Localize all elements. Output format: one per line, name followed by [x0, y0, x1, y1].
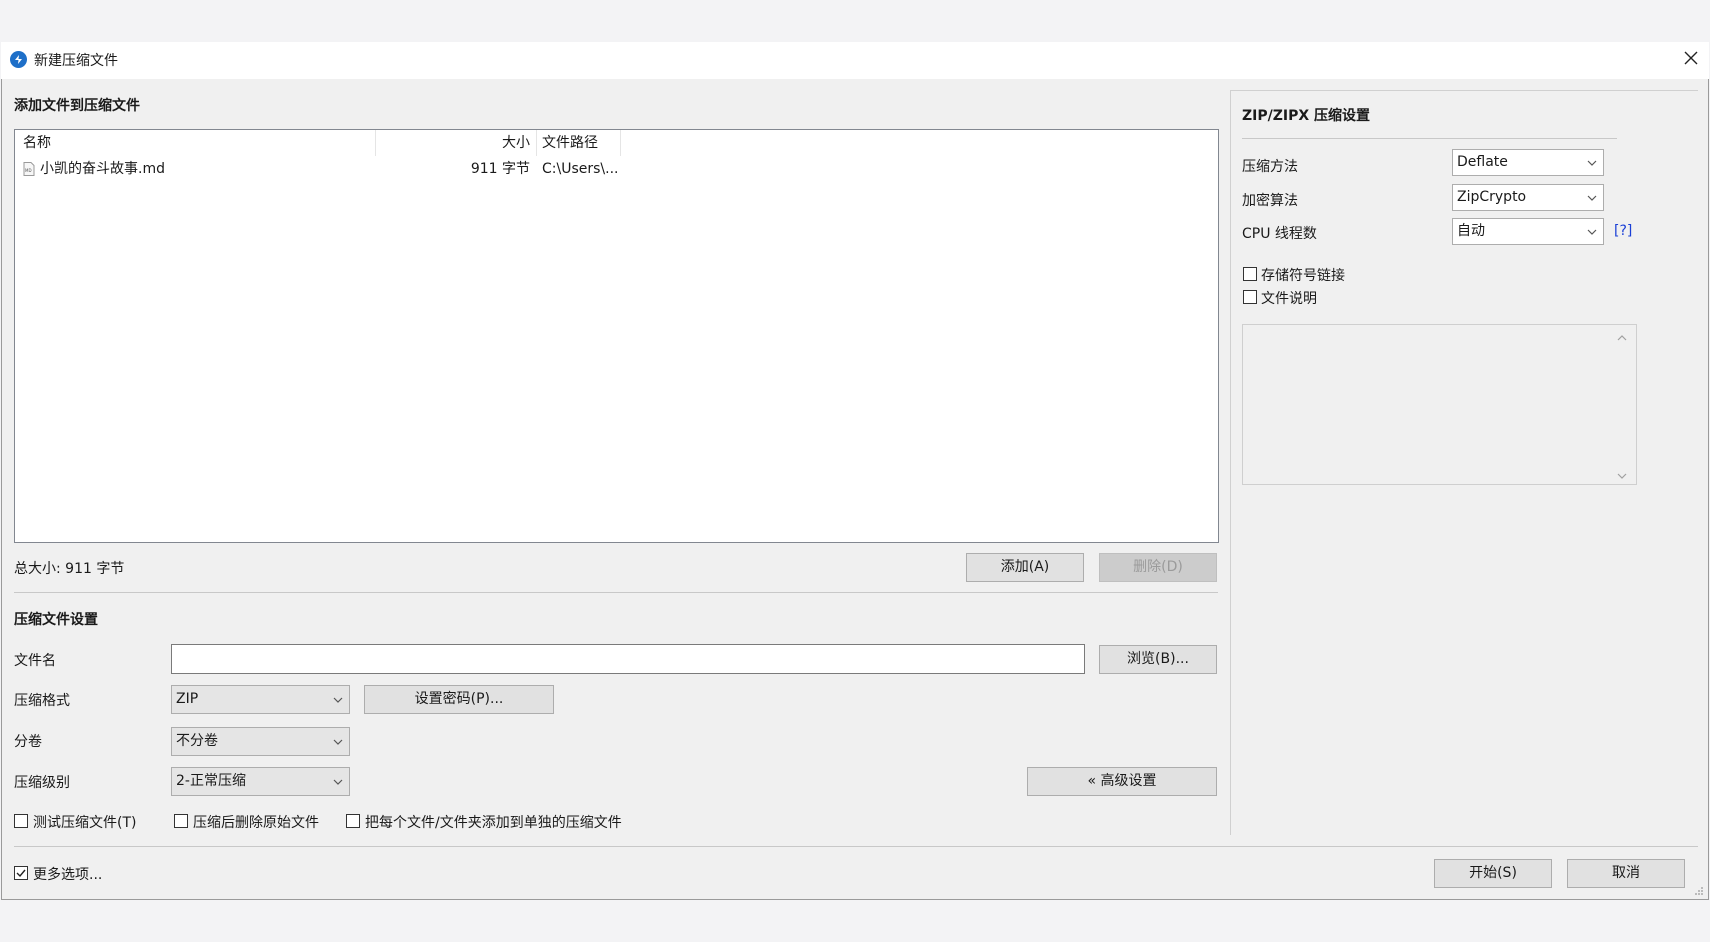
title-bar — [1, 42, 1709, 79]
chevron-down-icon — [333, 739, 343, 745]
encryption-value: ZipCrypto — [1457, 189, 1527, 205]
chevron-down-icon — [333, 697, 343, 703]
svg-text:MD: MD — [25, 168, 32, 173]
app-icon — [10, 51, 27, 68]
threads-select[interactable]: 自动 — [1452, 218, 1604, 245]
split-label: 分卷 — [14, 734, 42, 750]
level-label: 压缩级别 — [14, 775, 70, 791]
split-value: 不分卷 — [176, 733, 218, 749]
delete-button[interactable]: 删除(D) — [1099, 553, 1217, 582]
total-size-label: 总大小: 911 字节 — [14, 561, 125, 577]
delete-after-label[interactable]: 压缩后删除原始文件 — [193, 812, 319, 832]
chevron-down-icon — [1587, 195, 1597, 201]
file-name: 小凯的奋斗故事.md — [40, 161, 165, 177]
chevron-down-icon — [333, 779, 343, 785]
format-label: 压缩格式 — [14, 693, 70, 709]
split-select[interactable]: 不分卷 — [171, 727, 350, 756]
delete-after-checkbox[interactable] — [174, 814, 188, 828]
advanced-settings-button[interactable]: « 高级设置 — [1027, 767, 1217, 796]
store-symlinks-label[interactable]: 存储符号链接 — [1261, 265, 1345, 285]
encryption-label: 加密算法 — [1242, 193, 1298, 209]
more-options-checkbox[interactable] — [14, 866, 28, 880]
add-button[interactable]: 添加(A) — [966, 553, 1084, 582]
file-path: C:\Users\... — [542, 161, 619, 177]
resize-grip-icon[interactable] — [1694, 884, 1704, 895]
test-archive-checkbox[interactable] — [14, 814, 28, 828]
separate-archives-checkbox[interactable] — [346, 814, 360, 828]
scroll-down-icon[interactable] — [1617, 468, 1627, 479]
checkmark-icon — [16, 869, 26, 878]
file-row[interactable]: MD 小凯的奋斗故事.md 911 字节 C:\Users\... — [15, 158, 635, 180]
scroll-up-icon[interactable] — [1617, 330, 1627, 341]
close-icon[interactable] — [1679, 46, 1703, 70]
level-select[interactable]: 2-正常压缩 — [171, 767, 350, 796]
file-size: 911 字节 — [470, 161, 530, 177]
start-button[interactable]: 开始(S) — [1434, 859, 1552, 888]
test-archive-label[interactable]: 测试压缩文件(T) — [33, 812, 136, 832]
column-header-name[interactable]: 名称 — [23, 130, 51, 156]
file-comment-checkbox[interactable] — [1243, 290, 1257, 304]
files-section-title: 添加文件到压缩文件 — [14, 98, 140, 114]
divider — [14, 846, 1698, 847]
divider — [14, 592, 1218, 593]
window-title: 新建压缩文件 — [34, 53, 118, 69]
separate-archives-label[interactable]: 把每个文件/文件夹添加到单独的压缩文件 — [365, 812, 622, 832]
column-separator[interactable] — [620, 130, 621, 156]
column-header-path[interactable]: 文件路径 — [542, 130, 598, 156]
browse-button[interactable]: 浏览(B)... — [1099, 645, 1217, 674]
format-select[interactable]: ZIP — [171, 685, 350, 714]
cancel-button[interactable]: 取消 — [1567, 859, 1685, 888]
set-password-button[interactable]: 设置密码(P)... — [364, 685, 554, 714]
level-value: 2-正常压缩 — [176, 773, 246, 789]
filename-input[interactable] — [171, 644, 1085, 674]
method-select[interactable]: Deflate — [1452, 149, 1604, 176]
divider — [1242, 138, 1617, 139]
chevron-down-icon — [1587, 160, 1597, 166]
more-options-label[interactable]: 更多选项... — [33, 864, 102, 884]
method-label: 压缩方法 — [1242, 159, 1298, 175]
markdown-file-icon: MD — [23, 162, 35, 176]
threads-value: 自动 — [1457, 223, 1485, 239]
column-separator[interactable] — [536, 130, 537, 156]
filename-label: 文件名 — [14, 653, 56, 669]
method-value: Deflate — [1457, 154, 1508, 170]
format-value: ZIP — [176, 691, 199, 707]
file-comment-label[interactable]: 文件说明 — [1261, 288, 1317, 308]
threads-label: CPU 线程数 — [1242, 226, 1317, 242]
chevron-down-icon — [1587, 229, 1597, 235]
file-list[interactable]: 名称 大小 文件路径 MD 小凯的奋斗故事.md 911 字节 C:\Users… — [14, 129, 1219, 543]
zip-settings-title: ZIP/ZIPX 压缩设置 — [1242, 108, 1371, 124]
comment-textarea[interactable] — [1242, 324, 1637, 485]
encryption-select[interactable]: ZipCrypto — [1452, 184, 1604, 211]
store-symlinks-checkbox[interactable] — [1243, 267, 1257, 281]
column-header-size[interactable]: 大小 — [375, 130, 530, 156]
threads-help-link[interactable]: [?] — [1614, 223, 1632, 239]
archive-settings-title: 压缩文件设置 — [14, 612, 98, 628]
